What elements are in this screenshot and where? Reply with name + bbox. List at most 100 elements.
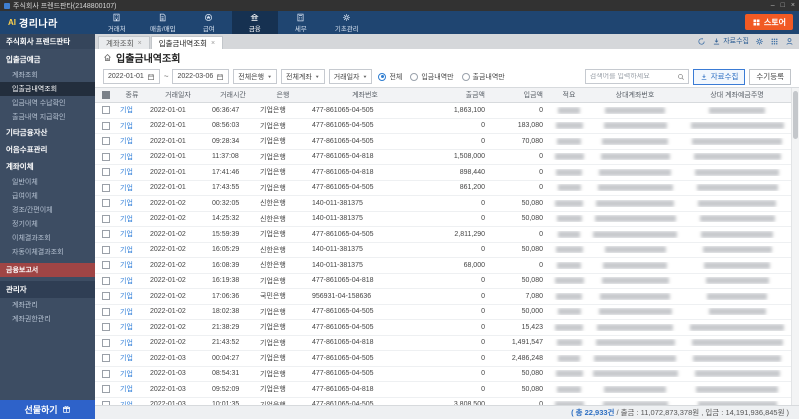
- row-type-link[interactable]: 기업: [120, 402, 133, 405]
- tab-item-1[interactable]: 입출금내역조회 ×: [150, 36, 224, 49]
- account-select[interactable]: 전체계좌 ▼: [281, 69, 325, 84]
- sidebar-item[interactable]: 입출금내역조회: [0, 82, 95, 96]
- row-checkbox[interactable]: [102, 292, 110, 301]
- sidebar-item-report[interactable]: 금융보고서: [0, 263, 95, 277]
- row-amount-out: 898,440: [459, 168, 485, 176]
- row-checkbox[interactable]: [102, 199, 110, 208]
- manual-entry-button[interactable]: 수기등록: [749, 68, 791, 85]
- row-checkbox[interactable]: [102, 400, 110, 405]
- gear-icon[interactable]: [755, 37, 764, 46]
- row-type-link[interactable]: 기업: [120, 324, 133, 331]
- row-checkbox[interactable]: [102, 137, 110, 146]
- scrollbar-thumb[interactable]: [793, 91, 798, 139]
- tab-close-icon[interactable]: ×: [211, 40, 215, 47]
- select-all-checkbox[interactable]: [102, 91, 110, 99]
- table-body: 기업 2022-01-01 06:36:47 기업은행 477-861065-04-50…: [95, 103, 791, 405]
- row-type-link[interactable]: 기업: [120, 386, 133, 393]
- close-button[interactable]: ×: [791, 2, 795, 9]
- nav-item-payroll[interactable]: 급여: [186, 11, 232, 34]
- row-checkbox[interactable]: [102, 121, 110, 130]
- row-checkbox[interactable]: [102, 152, 110, 161]
- row-checkbox[interactable]: [102, 261, 110, 270]
- sidebar-section-header[interactable]: 입출금예금: [0, 51, 95, 68]
- row-type-link[interactable]: 기업: [120, 185, 133, 192]
- row-checkbox[interactable]: [102, 168, 110, 177]
- row-bank: 신한은행: [260, 262, 286, 270]
- row-type-link[interactable]: 기업: [120, 154, 133, 161]
- nav-item-tax[interactable]: 세무: [278, 11, 324, 34]
- collect-data-button[interactable]: 자료수집: [692, 68, 746, 85]
- sidebar-item[interactable]: 경조/간편이체: [0, 203, 95, 217]
- row-checkbox[interactable]: [102, 230, 110, 239]
- sidebar-section-header[interactable]: 계좌이체: [0, 158, 95, 175]
- row-type-link[interactable]: 기업: [120, 169, 133, 176]
- nav-item-sales[interactable]: 매출/매입: [140, 11, 186, 34]
- row-type-link[interactable]: 기업: [120, 340, 133, 347]
- nav-item-finance[interactable]: 금융: [231, 11, 278, 34]
- tab-item-0[interactable]: 계좌조회 ×: [98, 36, 150, 49]
- sidebar-item[interactable]: 계좌권한관리: [0, 312, 95, 326]
- tab-close-icon[interactable]: ×: [138, 40, 142, 47]
- row-type-link[interactable]: 기업: [120, 138, 133, 145]
- sidebar-item[interactable]: 입금내역 수납확인: [0, 96, 95, 110]
- search-icon[interactable]: [677, 73, 685, 81]
- filter-radio[interactable]: 전체: [378, 72, 402, 82]
- row-checkbox[interactable]: [102, 323, 110, 332]
- tabbar-collect-button[interactable]: 자료수집: [712, 36, 749, 46]
- filter-radio[interactable]: 출금내역만: [461, 72, 505, 82]
- gift-button[interactable]: 선물하기: [0, 400, 95, 419]
- row-type-link[interactable]: 기업: [120, 200, 133, 207]
- table-scrollbar[interactable]: [791, 88, 799, 405]
- row-checkbox[interactable]: [102, 214, 110, 223]
- row-type-link[interactable]: 기업: [120, 371, 133, 378]
- row-type-link[interactable]: 기업: [120, 247, 133, 254]
- blurred-data: [556, 168, 582, 176]
- date-from-field[interactable]: 2022-01-01: [103, 69, 160, 84]
- row-checkbox[interactable]: [102, 307, 110, 316]
- row-checkbox[interactable]: [102, 183, 110, 192]
- search-box[interactable]: [584, 69, 689, 84]
- row-checkbox[interactable]: [102, 385, 110, 394]
- nav-item-clients[interactable]: 거래처: [94, 11, 140, 34]
- row-type-link[interactable]: 기업: [120, 293, 133, 300]
- row-checkbox[interactable]: [102, 106, 110, 115]
- apps-grid-icon[interactable]: [770, 37, 779, 46]
- sidebar-item[interactable]: 계좌관리: [0, 298, 95, 312]
- minimize-button[interactable]: –: [771, 2, 775, 9]
- row-type-link[interactable]: 기업: [120, 278, 133, 285]
- sidebar-item[interactable]: 일반이체: [0, 175, 95, 189]
- sidebar-item[interactable]: 자동이체결과조회: [0, 245, 95, 259]
- row-checkbox[interactable]: [102, 369, 110, 378]
- row-checkbox[interactable]: [102, 338, 110, 347]
- search-input[interactable]: [589, 73, 674, 80]
- nav-item-base[interactable]: 기초관리: [324, 11, 370, 34]
- date-to-field[interactable]: 2022-03-06: [172, 69, 230, 84]
- sidebar-section-header[interactable]: 기타금융자산: [0, 124, 95, 141]
- sidebar-item[interactable]: 정기이체: [0, 217, 95, 231]
- refresh-icon[interactable]: [697, 37, 706, 46]
- row-type-link[interactable]: 기업: [120, 262, 133, 269]
- user-icon[interactable]: [785, 37, 794, 46]
- bank-select[interactable]: 전체은행 ▼: [233, 69, 278, 84]
- row-type-link[interactable]: 기업: [120, 216, 133, 223]
- row-checkbox[interactable]: [102, 245, 110, 254]
- row-type-link[interactable]: 기업: [120, 355, 133, 362]
- sidebar-item[interactable]: 출금내역 지급확인: [0, 110, 95, 124]
- row-type-link[interactable]: 기업: [120, 309, 133, 316]
- sidebar-item[interactable]: 이체결과조회: [0, 231, 95, 245]
- blurred-data: [698, 199, 776, 207]
- filter-radio[interactable]: 입금내역만: [410, 72, 454, 82]
- maximize-button[interactable]: □: [781, 2, 785, 9]
- row-type-link[interactable]: 기업: [120, 107, 133, 114]
- sidebar-item[interactable]: 계좌조회: [0, 68, 95, 82]
- blurred-data: [699, 215, 775, 223]
- row-type-link[interactable]: 기업: [120, 123, 133, 130]
- store-button[interactable]: 스토어: [744, 14, 793, 30]
- row-type-link[interactable]: 기업: [120, 231, 133, 238]
- row-checkbox[interactable]: [102, 276, 110, 285]
- sidebar-section-header[interactable]: 어음수표관리: [0, 141, 95, 158]
- row-checkbox[interactable]: [102, 354, 110, 363]
- sidebar-section-header-admin[interactable]: 관리자: [0, 281, 95, 298]
- sort-select[interactable]: 거래일자 ▼: [328, 69, 373, 84]
- sidebar-item[interactable]: 급여이체: [0, 189, 95, 203]
